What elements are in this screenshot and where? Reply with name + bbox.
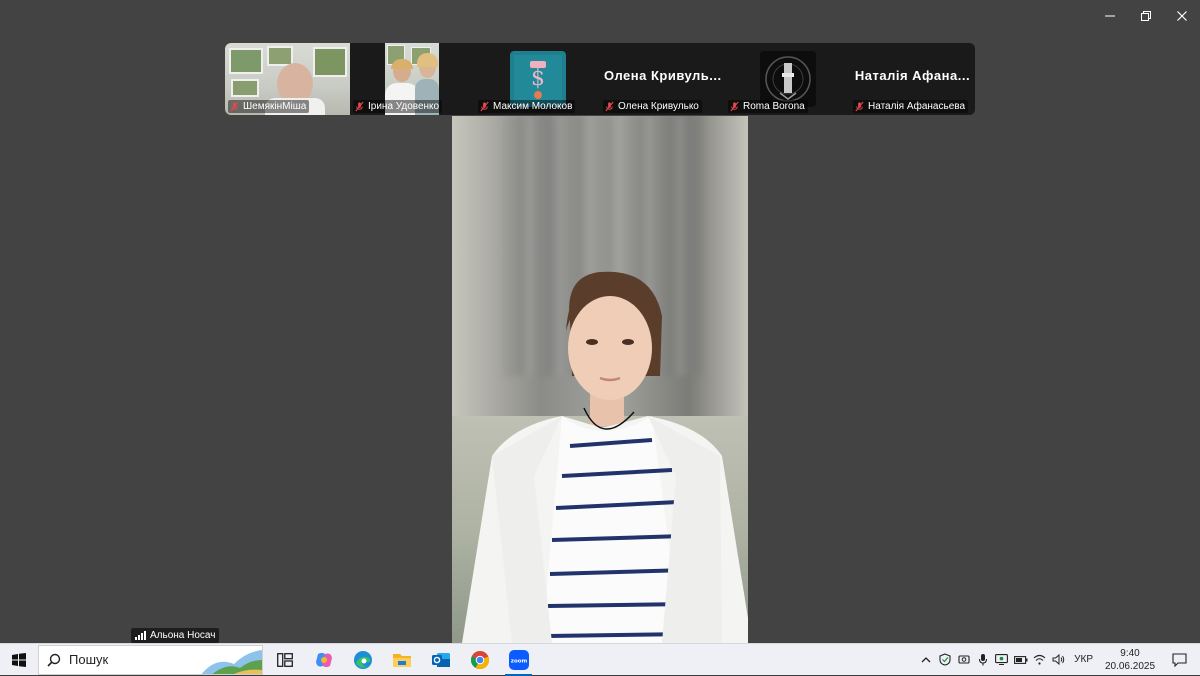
participant-display-name: Олена Кривуль...	[604, 68, 722, 83]
security-tray-button[interactable]	[935, 644, 954, 676]
chevron-up-icon	[921, 656, 931, 662]
participant-label: Наталія Афанасьева	[853, 100, 969, 113]
zoom-icon: zoom	[508, 649, 529, 670]
input-language-indicator[interactable]: УКР	[1068, 654, 1102, 665]
microphone-muted-icon	[480, 101, 489, 112]
zoom-meeting-window: ШемякінМіша Ірина Удовенко $ Максим Моло…	[0, 0, 1200, 643]
search-placeholder: Пошук	[69, 652, 109, 667]
participant-tile[interactable]: Ірина Удовенко	[350, 43, 475, 115]
speaker-name: Альона Носач	[150, 630, 216, 641]
participant-tile[interactable]: Наталія Афана... Наталія Афанасьева	[850, 43, 975, 115]
microphone-muted-icon	[855, 101, 864, 112]
participant-label: ШемякінМіша	[228, 100, 310, 113]
speaker-figure	[462, 271, 748, 643]
speaker-volume-icon	[1052, 654, 1065, 665]
taskbar-apps: zoom	[265, 644, 538, 676]
participant-tile[interactable]: $ Максим Молоков	[475, 43, 600, 115]
battery-icon	[1013, 655, 1028, 664]
participant-name: Roma Borona	[743, 101, 805, 112]
window-controls	[1092, 0, 1200, 32]
participant-name: Ірина Удовенко	[368, 101, 440, 112]
microphone-muted-icon	[605, 101, 614, 112]
participant-avatar: $	[510, 51, 566, 107]
close-icon	[1177, 11, 1187, 21]
copilot-button[interactable]	[304, 644, 343, 676]
minimize-button[interactable]	[1092, 0, 1128, 32]
participant-label: Олена Кривулько	[603, 100, 702, 113]
folder-icon	[392, 653, 411, 667]
copilot-icon	[315, 652, 332, 667]
participant-name: Максим Молоков	[493, 101, 573, 112]
notifications-button[interactable]	[1158, 644, 1200, 676]
camera-icon	[958, 655, 970, 664]
notification-icon	[1171, 652, 1187, 667]
participant-tile[interactable]: Roma Borona	[725, 43, 850, 115]
participant-tile[interactable]: Олена Кривуль... Олена Кривулько	[600, 43, 725, 115]
minimize-icon	[1105, 15, 1115, 17]
screen-share-icon	[995, 654, 1009, 665]
edge-browser-button[interactable]	[343, 644, 382, 676]
windows-logo-icon	[12, 652, 26, 667]
windows-taskbar: Пошук zoom УКР 9:40 20.06.2025	[0, 643, 1200, 676]
participant-avatar	[760, 51, 816, 107]
microphone-muted-icon	[230, 101, 239, 112]
outlook-button[interactable]	[421, 644, 460, 676]
volume-tray-button[interactable]	[1049, 644, 1068, 676]
chrome-button[interactable]	[460, 644, 499, 676]
participant-label: Максим Молоков	[478, 100, 576, 113]
meet-now-tray-button[interactable]	[992, 644, 1011, 676]
participant-name: Олена Кривулько	[618, 101, 699, 112]
wifi-icon	[1033, 654, 1046, 665]
zoom-button[interactable]: zoom	[499, 644, 538, 676]
participant-label: Roma Borona	[728, 100, 808, 113]
participant-gallery: ШемякінМіша Ірина Удовенко $ Максим Моло…	[225, 43, 975, 115]
battery-tray-button[interactable]	[1011, 644, 1030, 676]
taskbar-search[interactable]: Пошук	[38, 644, 263, 675]
wifi-tray-button[interactable]	[1030, 644, 1049, 676]
signal-strength-icon	[135, 631, 146, 640]
clock[interactable]: 9:40 20.06.2025	[1102, 647, 1158, 673]
search-icon	[47, 653, 61, 667]
system-tray: УКР 9:40 20.06.2025	[916, 644, 1200, 676]
restore-button[interactable]	[1128, 0, 1164, 32]
active-speaker-video[interactable]	[452, 116, 748, 643]
svg-text:$: $	[531, 66, 545, 91]
microphone-muted-icon	[730, 101, 739, 112]
microphone-icon	[978, 654, 987, 666]
svg-text:zoom: zoom	[510, 658, 527, 664]
participant-label: Ірина Удовенко	[353, 100, 443, 113]
chrome-icon	[470, 650, 489, 669]
participant-name: Наталія Афанасьева	[868, 101, 966, 112]
shield-icon	[939, 653, 951, 666]
file-explorer-button[interactable]	[382, 644, 421, 676]
search-highlight-icon	[201, 649, 262, 674]
microphone-muted-icon	[355, 101, 364, 112]
restore-icon	[1141, 11, 1151, 21]
task-view-icon	[276, 652, 293, 667]
participant-name: ШемякінМіша	[243, 101, 307, 112]
show-hidden-icons-button[interactable]	[916, 644, 935, 676]
outlook-icon	[431, 652, 450, 667]
participant-tile[interactable]: ШемякінМіша	[225, 43, 350, 115]
speaker-name-tag: Альона Носач	[131, 628, 220, 643]
participant-display-name: Наталія Афана...	[854, 68, 971, 83]
start-button[interactable]	[0, 644, 38, 676]
clock-date: 20.06.2025	[1104, 660, 1156, 672]
close-button[interactable]	[1164, 0, 1200, 32]
clock-time: 9:40	[1120, 647, 1140, 659]
task-view-button[interactable]	[265, 644, 304, 676]
edge-icon	[353, 650, 372, 669]
camera-tray-button[interactable]	[954, 644, 973, 676]
microphone-tray-button[interactable]	[973, 644, 992, 676]
